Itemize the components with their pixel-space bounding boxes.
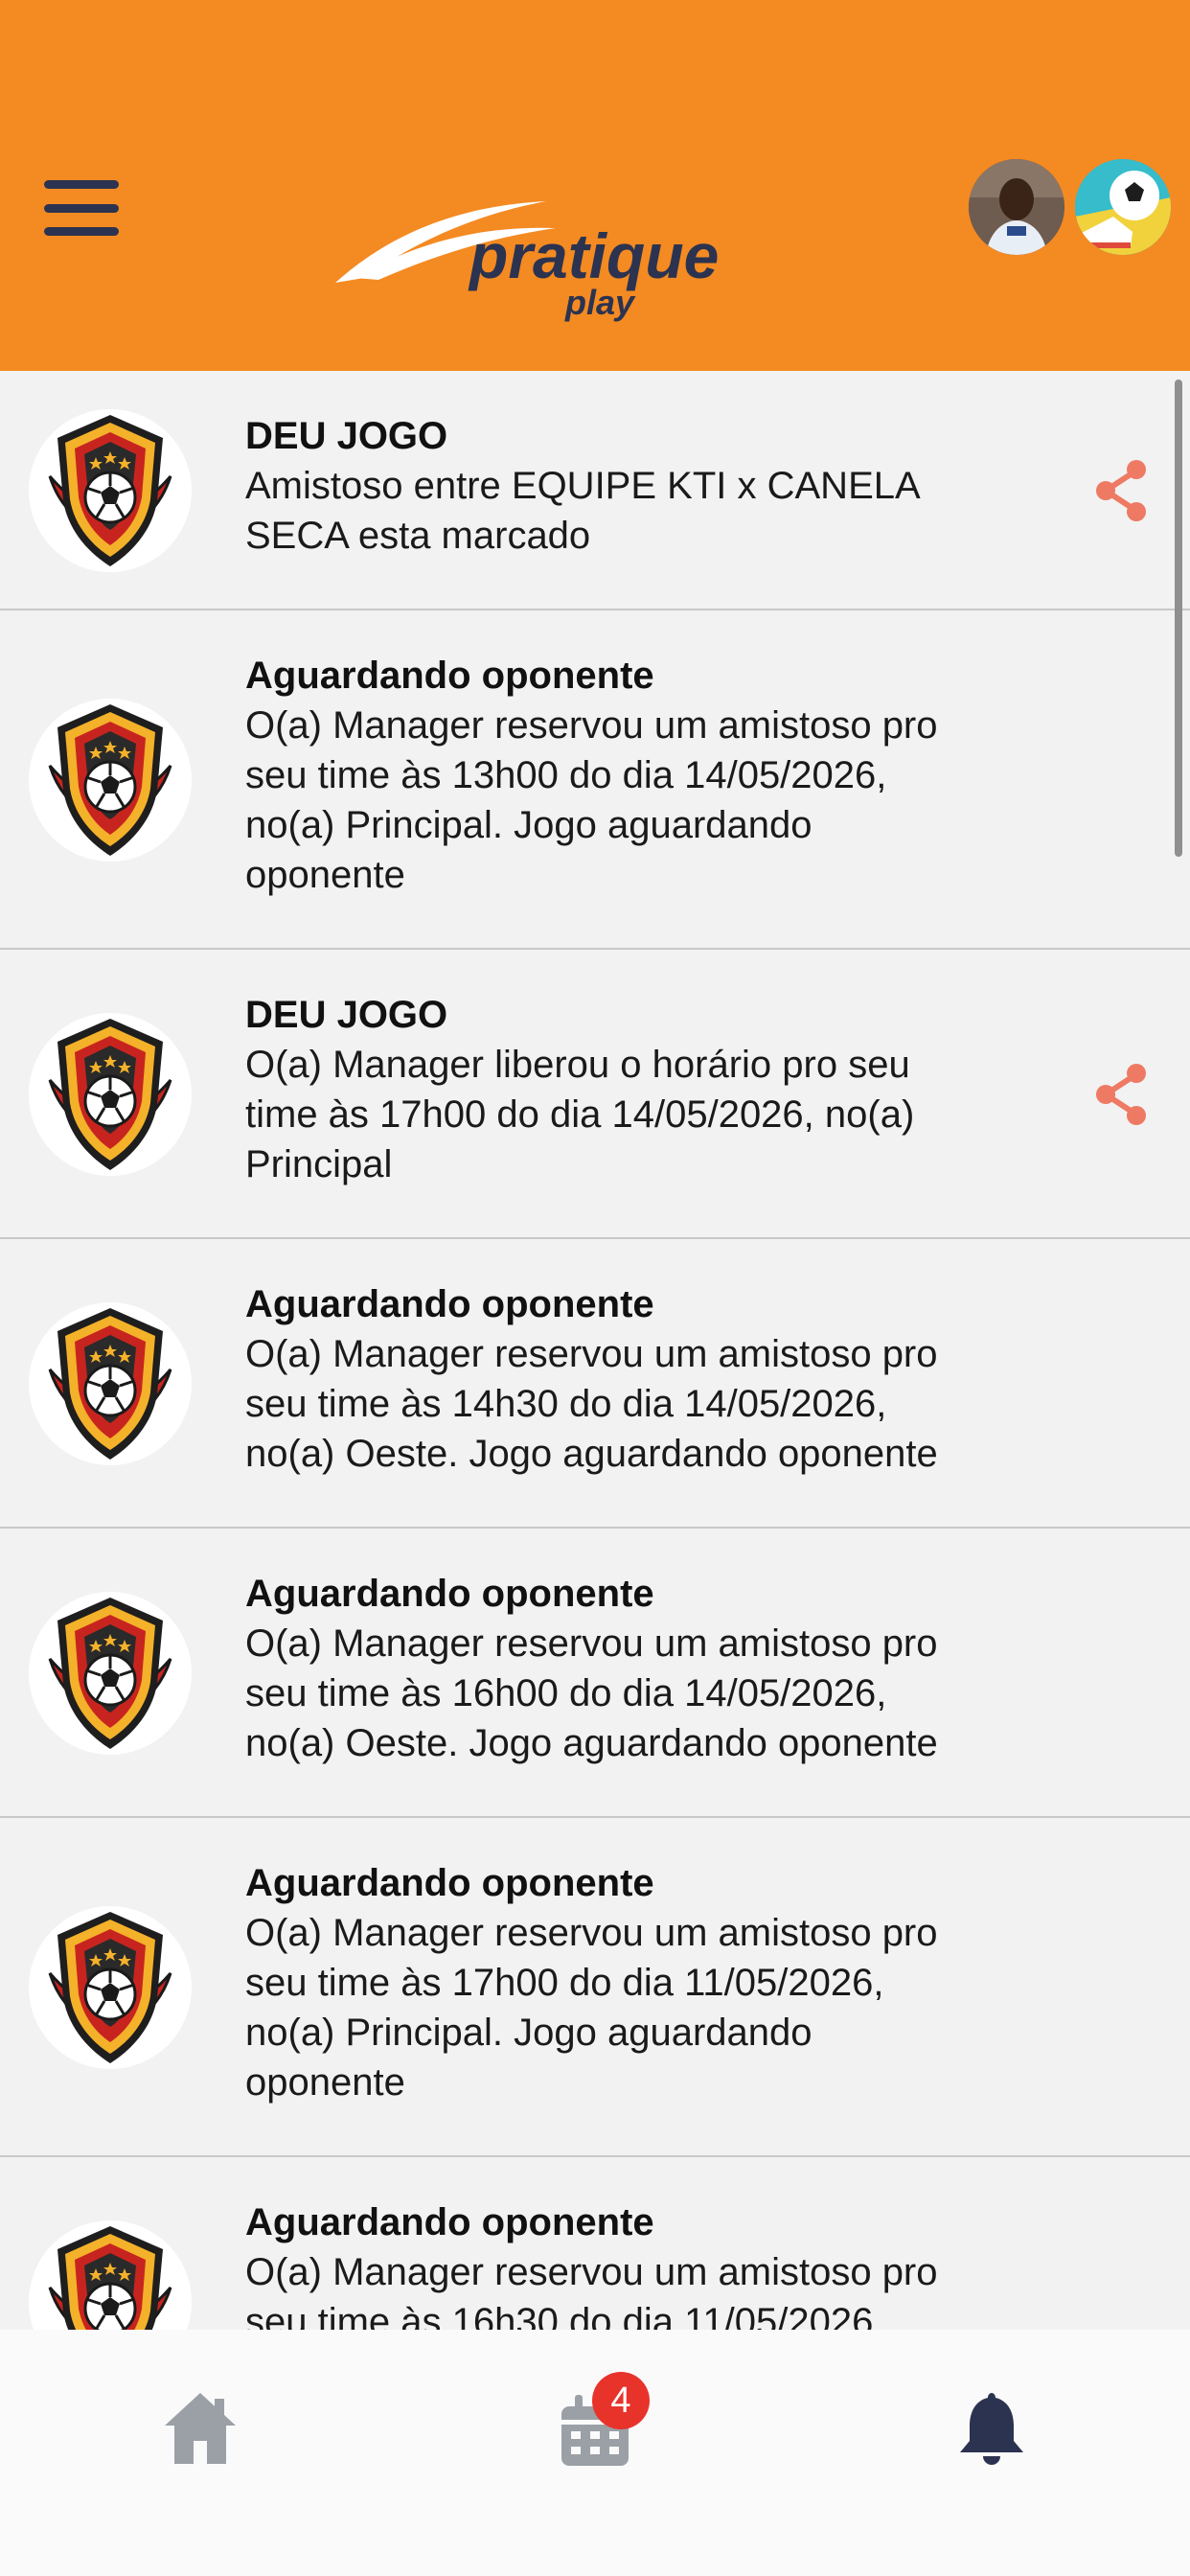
notification-message-line: O(a) Manager liberou o horário pro seu: [245, 1044, 910, 1086]
share-button[interactable]: [1090, 1061, 1152, 1128]
notification-title: DEU JOGO: [245, 415, 448, 457]
nav-home-button[interactable]: [157, 2385, 243, 2472]
team-crest: [29, 2220, 192, 2330]
team-crest: [29, 1906, 192, 2069]
notification-message-line: oponente: [245, 854, 405, 896]
notification-item[interactable]: Aguardando oponente O(a) Manager reservou…: [0, 1239, 1190, 1529]
hamburger-menu-button[interactable]: [44, 180, 119, 236]
notification-message-line: O(a) Manager reservou um amistoso pro: [245, 1333, 938, 1375]
team-crest-icon: [29, 1302, 192, 1465]
calendar-count-badge: 4: [592, 2372, 650, 2429]
notification-message-line: seu time às 14h30 do dia 14/05/2026,: [245, 1383, 887, 1425]
user-avatar[interactable]: [969, 159, 1064, 255]
notification-text: Aguardando oponente O(a) Manager reservou…: [245, 2197, 1041, 2330]
app-header: pratique play: [0, 0, 1190, 371]
svg-text:play: play: [564, 283, 636, 322]
menu-line: [44, 203, 119, 213]
team-crest-icon: [29, 1013, 192, 1176]
notification-title: Aguardando oponente: [245, 1573, 654, 1615]
team-avatar[interactable]: [1075, 159, 1171, 255]
notification-message-line: seu time às 13h00 do dia 14/05/2026,: [245, 754, 887, 796]
notification-message-line: Amistoso entre EQUIPE KTI x CANELA: [245, 465, 921, 507]
team-crest-icon: [29, 2220, 192, 2330]
notification-text: Aguardando oponente O(a) Manager reservou…: [245, 1569, 1041, 1768]
notification-item[interactable]: Aguardando oponente O(a) Manager reservou…: [0, 2157, 1190, 2330]
team-crest-icon: [29, 409, 192, 572]
notification-text: Aguardando oponente O(a) Manager reservou…: [245, 1279, 1041, 1479]
notification-message-line: no(a) Oeste. Jogo aguardando oponente: [245, 1722, 938, 1764]
notification-message-line: seu time às 16h30 do dia 11/05/2026,: [245, 2301, 884, 2330]
team-crest: [29, 1302, 192, 1465]
notification-title: Aguardando oponente: [245, 1862, 654, 1904]
notification-message-line: seu time às 17h00 do dia 11/05/2026,: [245, 1962, 884, 2004]
pratique-play-logo: pratique play: [326, 182, 786, 335]
notification-title: Aguardando oponente: [245, 655, 654, 697]
team-crest: [29, 1013, 192, 1176]
notification-text: Aguardando oponente O(a) Manager reservou…: [245, 651, 1041, 900]
notification-title: DEU JOGO: [245, 994, 448, 1036]
team-crest-icon: [29, 1592, 192, 1755]
share-button[interactable]: [1090, 457, 1152, 524]
bottom-navigation: 4: [0, 2330, 1190, 2576]
notification-item[interactable]: Aguardando oponente O(a) Manager reservou…: [0, 610, 1190, 950]
notification-message-line: no(a) Oeste. Jogo aguardando oponente: [245, 1433, 938, 1475]
share-icon: [1096, 460, 1146, 521]
notification-message-line: O(a) Manager reservou um amistoso pro: [245, 1912, 938, 1954]
notification-text: DEU JOGO O(a) Manager liberou o horário p…: [245, 990, 1041, 1189]
notification-message-line: no(a) Principal. Jogo aguardando: [245, 2012, 812, 2054]
notification-item[interactable]: Aguardando oponente O(a) Manager reservou…: [0, 1818, 1190, 2157]
notification-list[interactable]: DEU JOGO Amistoso entre EQUIPE KTI x CANE…: [0, 371, 1190, 2330]
notification-title: Aguardando oponente: [245, 1283, 654, 1325]
notification-message-line: seu time às 16h00 do dia 14/05/2026,: [245, 1672, 887, 1714]
team-crest-icon: [29, 1906, 192, 2069]
menu-line: [44, 227, 119, 236]
nav-notifications-button[interactable]: [949, 2385, 1035, 2472]
notification-message-line: Principal: [245, 1143, 393, 1185]
bell-icon: [960, 2393, 1023, 2465]
notification-item[interactable]: DEU JOGO O(a) Manager liberou o horário p…: [0, 950, 1190, 1239]
share-icon: [1096, 1064, 1146, 1125]
notification-text: DEU JOGO Amistoso entre EQUIPE KTI x CANE…: [245, 411, 1041, 561]
notification-item[interactable]: Aguardando oponente O(a) Manager reservou…: [0, 1529, 1190, 1818]
notification-text: Aguardando oponente O(a) Manager reservou…: [245, 1858, 1041, 2107]
notification-message-line: O(a) Manager reservou um amistoso pro: [245, 1622, 938, 1665]
team-crest: [29, 699, 192, 862]
notification-message-line: oponente: [245, 2061, 405, 2104]
svg-text:pratique: pratique: [468, 220, 719, 291]
notification-message-line: SECA esta marcado: [245, 515, 591, 557]
team-crest-icon: [29, 699, 192, 862]
team-crest: [29, 1592, 192, 1755]
notification-message-line: no(a) Principal. Jogo aguardando: [245, 804, 812, 846]
notification-message-line: O(a) Manager reservou um amistoso pro: [245, 2251, 938, 2293]
scrollbar[interactable]: [1175, 380, 1182, 857]
notification-title: Aguardando oponente: [245, 2201, 654, 2243]
menu-line: [44, 180, 119, 189]
notification-message-line: O(a) Manager reservou um amistoso pro: [245, 704, 938, 747]
notification-item[interactable]: DEU JOGO Amistoso entre EQUIPE KTI x CANE…: [0, 371, 1190, 610]
home-icon: [165, 2393, 236, 2464]
notification-message-line: time às 17h00 do dia 14/05/2026, no(a): [245, 1093, 915, 1136]
team-crest: [29, 409, 192, 572]
